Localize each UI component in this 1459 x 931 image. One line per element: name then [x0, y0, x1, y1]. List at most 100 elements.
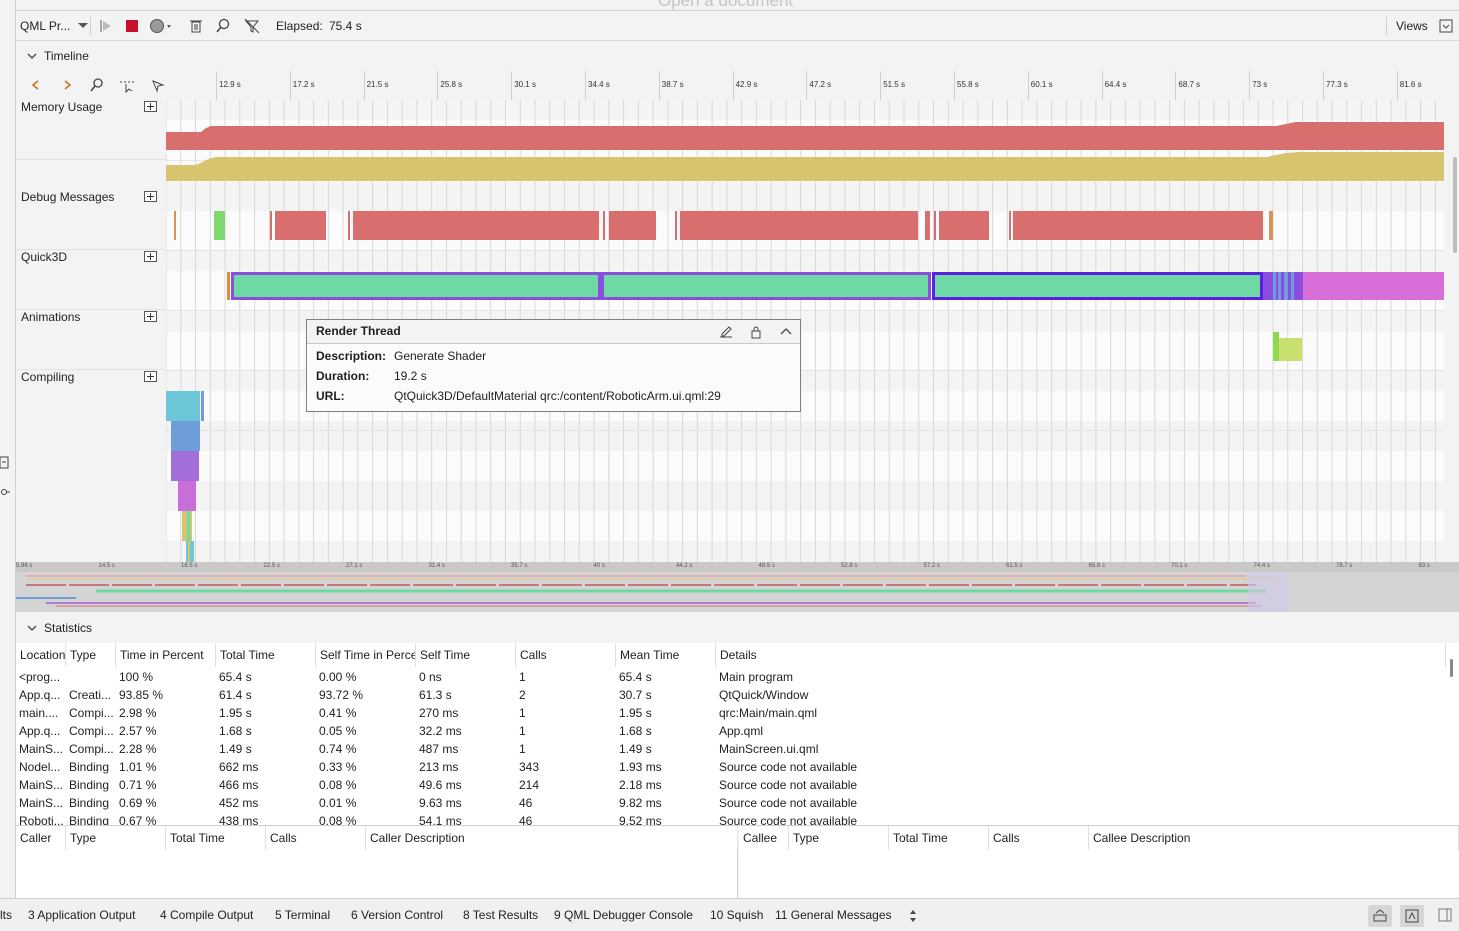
quick3d-event[interactable]: [231, 272, 601, 300]
compile-event[interactable]: [171, 421, 200, 451]
output-tab[interactable]: 8 Test Results: [463, 899, 538, 931]
lock-icon[interactable]: [749, 325, 763, 339]
selection-lock-icon[interactable]: [151, 79, 165, 93]
output-tab[interactable]: 10 Squish: [710, 899, 763, 931]
column-header[interactable]: Total Time: [166, 826, 266, 850]
compile-event[interactable]: [178, 481, 196, 511]
expand-icon[interactable]: [144, 311, 157, 322]
table-row[interactable]: App.q... Creati... 93.85 % 61.4 s 93.72 % 61.…: [16, 686, 1446, 704]
column-header[interactable]: Type: [66, 826, 166, 850]
quick3d-event[interactable]: [1291, 272, 1294, 300]
column-header[interactable]: Location: [16, 643, 66, 667]
expand-icon[interactable]: [144, 251, 157, 262]
views-button[interactable]: Views: [1396, 11, 1428, 41]
debug-message-mark[interactable]: [609, 211, 656, 240]
column-header[interactable]: Self Time: [416, 643, 516, 667]
debug-message-mark[interactable]: [1009, 211, 1011, 240]
clear-button[interactable]: [188, 11, 204, 41]
output-tab[interactable]: 3 Application Output: [28, 899, 135, 931]
debug-message-mark[interactable]: [348, 211, 350, 240]
column-header[interactable]: Callee Description: [1089, 826, 1459, 850]
quick3d-event[interactable]: [1284, 272, 1288, 300]
search-button[interactable]: [215, 11, 231, 41]
compile-event[interactable]: [201, 391, 204, 421]
debug-message-mark[interactable]: [939, 211, 989, 240]
edit-note-icon[interactable]: [719, 325, 733, 339]
output-tab[interactable]: 9 QML Debugger Console: [554, 899, 693, 931]
toggle-output-button[interactable]: [1368, 905, 1392, 927]
column-header[interactable]: Mean Time: [616, 643, 716, 667]
debug-message-mark[interactable]: [174, 211, 176, 240]
debug-message-mark[interactable]: [1013, 211, 1263, 240]
debug-message-mark[interactable]: [680, 211, 918, 240]
debug-message-mark[interactable]: [925, 211, 930, 240]
record-button[interactable]: [149, 11, 173, 41]
compile-event[interactable]: [171, 451, 199, 481]
timeline-section-header[interactable]: Timeline: [16, 42, 1459, 70]
column-header[interactable]: Type: [66, 643, 116, 667]
column-header[interactable]: Calls: [516, 643, 616, 667]
column-header[interactable]: Calls: [989, 826, 1089, 850]
column-header[interactable]: Calls: [266, 826, 366, 850]
debug-message-mark[interactable]: [353, 211, 599, 240]
quick3d-event-selected[interactable]: [932, 272, 1263, 300]
compile-event[interactable]: [188, 541, 190, 562]
toggle-progress-button[interactable]: [1400, 905, 1424, 927]
output-tab[interactable]: 5 Terminal: [275, 899, 330, 931]
output-tab[interactable]: lts: [0, 899, 12, 931]
statistics-section-header[interactable]: Statistics: [16, 614, 1459, 642]
quick3d-event[interactable]: [1273, 272, 1276, 300]
chevron-right-icon[interactable]: [61, 79, 73, 91]
column-header[interactable]: Total Time: [216, 643, 316, 667]
sidebar-toggle-icon[interactable]: [0, 456, 10, 470]
views-menu-button[interactable]: [1438, 11, 1454, 41]
timeline-scrollbar[interactable]: [1453, 157, 1457, 253]
table-row[interactable]: Roboti... Binding 0.67 % 438 ms 0.08 % 54.1 m…: [16, 812, 1446, 825]
debug-message-mark[interactable]: [275, 211, 326, 240]
statistics-scrollbar[interactable]: [1450, 659, 1453, 677]
attach-button[interactable]: [98, 11, 114, 41]
animation-event[interactable]: [1279, 338, 1302, 361]
debug-message-mark[interactable]: [603, 211, 605, 240]
compile-event[interactable]: [166, 391, 200, 421]
stop-recording-button[interactable]: [124, 11, 140, 41]
chevron-up-icon[interactable]: [779, 325, 793, 339]
expand-icon[interactable]: [144, 191, 157, 202]
zoom-icon[interactable]: [90, 78, 104, 92]
debug-message-mark[interactable]: [214, 211, 225, 240]
column-header[interactable]: Caller: [16, 826, 66, 850]
column-header[interactable]: Self Time in Percent: [316, 643, 416, 667]
column-header[interactable]: Total Time: [889, 826, 989, 850]
table-row[interactable]: Nodel... Binding 1.01 % 662 ms 0.33 % 213 ms 3…: [16, 758, 1446, 776]
output-tab[interactable]: 6 Version Control: [351, 899, 443, 931]
expand-icon[interactable]: [144, 101, 157, 112]
profiler-combo[interactable]: QML Pr...: [20, 11, 90, 41]
sidebar-right-icon[interactable]: [1438, 908, 1452, 922]
link-icon[interactable]: [0, 486, 10, 498]
table-row[interactable]: MainS... Compi... 2.28 % 1.49 s 0.74 % 487 ms…: [16, 740, 1446, 758]
table-row[interactable]: MainS... Binding 0.69 % 452 ms 0.01 % 9.63 ms…: [16, 794, 1446, 812]
table-row[interactable]: App.q... Compi... 2.57 % 1.68 s 0.05 % 32.2 m…: [16, 722, 1446, 740]
output-tab[interactable]: 11 General Messages: [775, 899, 892, 931]
column-header[interactable]: Type: [789, 826, 889, 850]
quick3d-event[interactable]: [601, 272, 931, 300]
column-header[interactable]: Details: [716, 643, 1446, 667]
table-row[interactable]: MainS... Binding 0.71 % 466 ms 0.08 % 49.6 ms…: [16, 776, 1446, 794]
debug-message-mark[interactable]: [675, 211, 677, 240]
quick3d-event[interactable]: [1303, 272, 1444, 300]
expand-icon[interactable]: [144, 371, 157, 382]
quick3d-event[interactable]: [1263, 272, 1303, 300]
table-row[interactable]: <prog... 100 % 65.4 s 0.00 % 0 ns 1 65.4 s Main…: [16, 668, 1446, 686]
url-value[interactable]: QtQuick3D/DefaultMaterial qrc:/content/R…: [394, 389, 721, 403]
range-select-icon[interactable]: [119, 79, 135, 93]
quick3d-event[interactable]: [227, 272, 230, 300]
column-header[interactable]: Callee: [739, 826, 789, 850]
column-header[interactable]: Time in Percent: [116, 643, 216, 667]
quick3d-event[interactable]: [1278, 272, 1281, 300]
output-tab[interactable]: 4 Compile Output: [160, 899, 253, 931]
compile-event[interactable]: [187, 511, 190, 541]
debug-message-mark[interactable]: [934, 211, 936, 240]
chevron-left-icon[interactable]: [30, 79, 42, 91]
up-down-arrows-icon[interactable]: [908, 909, 918, 923]
table-row[interactable]: main.... Compi... 2.98 % 1.95 s 0.41 % 270 ms…: [16, 704, 1446, 722]
